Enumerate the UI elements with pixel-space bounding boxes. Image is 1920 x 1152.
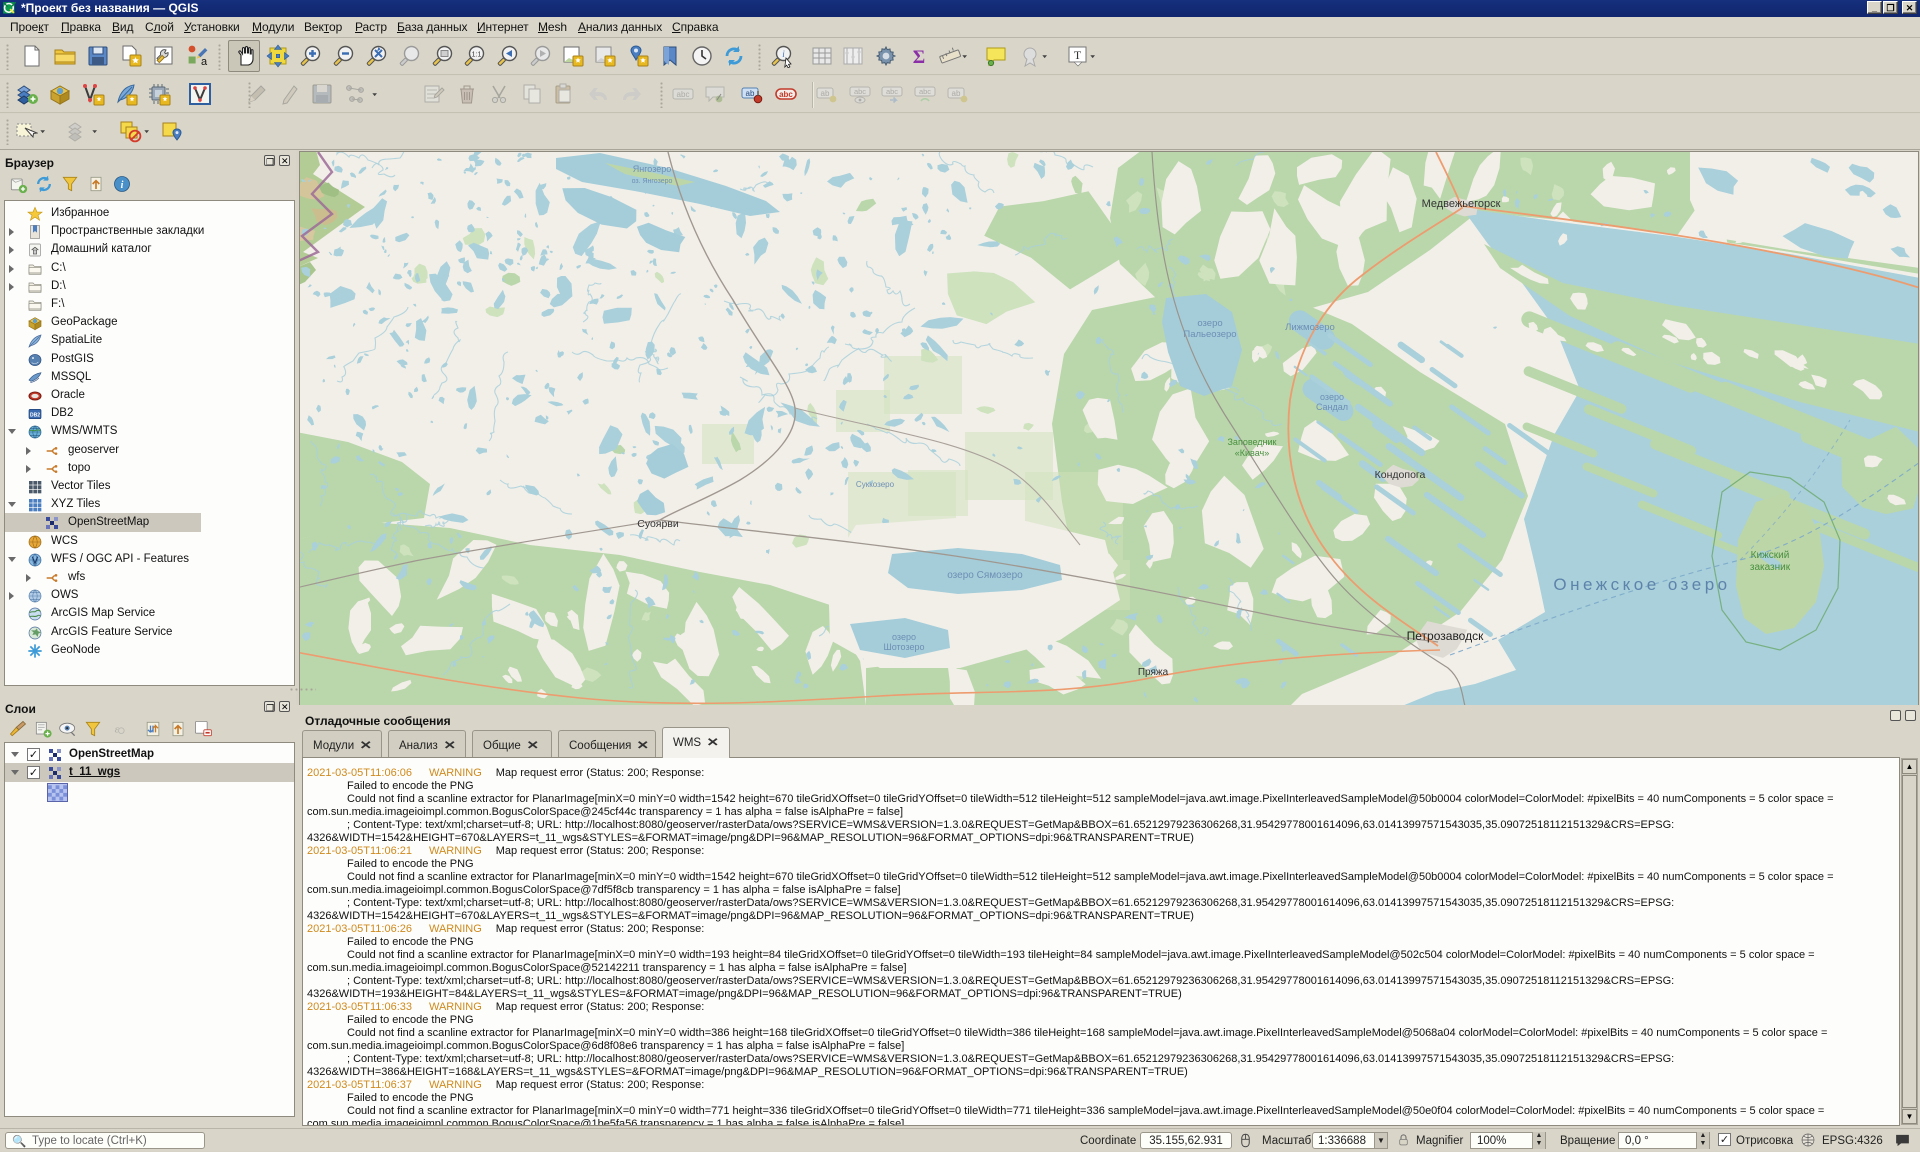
svg-text:Кижский: Кижский — [1751, 550, 1790, 561]
svg-text:Суоярви: Суоярви — [637, 518, 679, 530]
svg-text:T: T — [1074, 48, 1082, 62]
svg-text:озеро Сямозеро: озеро Сямозеро — [947, 570, 1023, 581]
svg-text:озеро: озеро — [1197, 318, 1222, 329]
svg-text:оз. Янгозеро: оз. Янгозеро — [632, 178, 673, 185]
svg-text:Кондопога: Кондопога — [1375, 469, 1426, 481]
svg-text:Онежское озеро: Онежское озеро — [1553, 575, 1730, 594]
svg-text:Лижмозеро: Лижмозеро — [1285, 322, 1335, 333]
svg-text:abc: abc — [886, 87, 898, 96]
svg-text:abc: abc — [854, 87, 866, 96]
svg-text:Янгозеро: Янгозеро — [633, 164, 672, 174]
svg-text:озеро: озеро — [1320, 392, 1344, 402]
svg-text:Сандал: Сандал — [1316, 402, 1348, 412]
svg-text:«Кивач»: «Кивач» — [1235, 448, 1269, 458]
svg-text:ab: ab — [952, 89, 961, 98]
svg-text:Суккозеро: Суккозеро — [856, 480, 895, 489]
svg-text:i: i — [121, 180, 124, 191]
svg-text:Σ: Σ — [913, 47, 925, 68]
svg-text:abc: abc — [779, 90, 793, 99]
svg-text:abc: abc — [677, 90, 690, 99]
svg-text:Шотозеро: Шотозеро — [883, 642, 924, 652]
svg-text:озеро: озеро — [892, 632, 916, 642]
svg-text:a: a — [201, 56, 208, 68]
svg-text:Медвежьегорск: Медвежьегорск — [1422, 198, 1501, 210]
svg-text:1:1: 1:1 — [472, 52, 482, 59]
svg-text:Пряжа: Пряжа — [1138, 667, 1169, 678]
svg-text:abc: abc — [919, 87, 931, 96]
svg-text:Заповедник: Заповедник — [1228, 437, 1277, 447]
svg-text:ab: ab — [821, 89, 830, 98]
svg-text:DB2: DB2 — [30, 412, 40, 418]
svg-text:Петрозаводск: Петрозаводск — [1407, 629, 1484, 643]
svg-text:ab: ab — [746, 89, 755, 98]
svg-text:Пальеозеро: Пальеозеро — [1183, 329, 1236, 340]
svg-text:заказник: заказник — [1750, 562, 1791, 573]
